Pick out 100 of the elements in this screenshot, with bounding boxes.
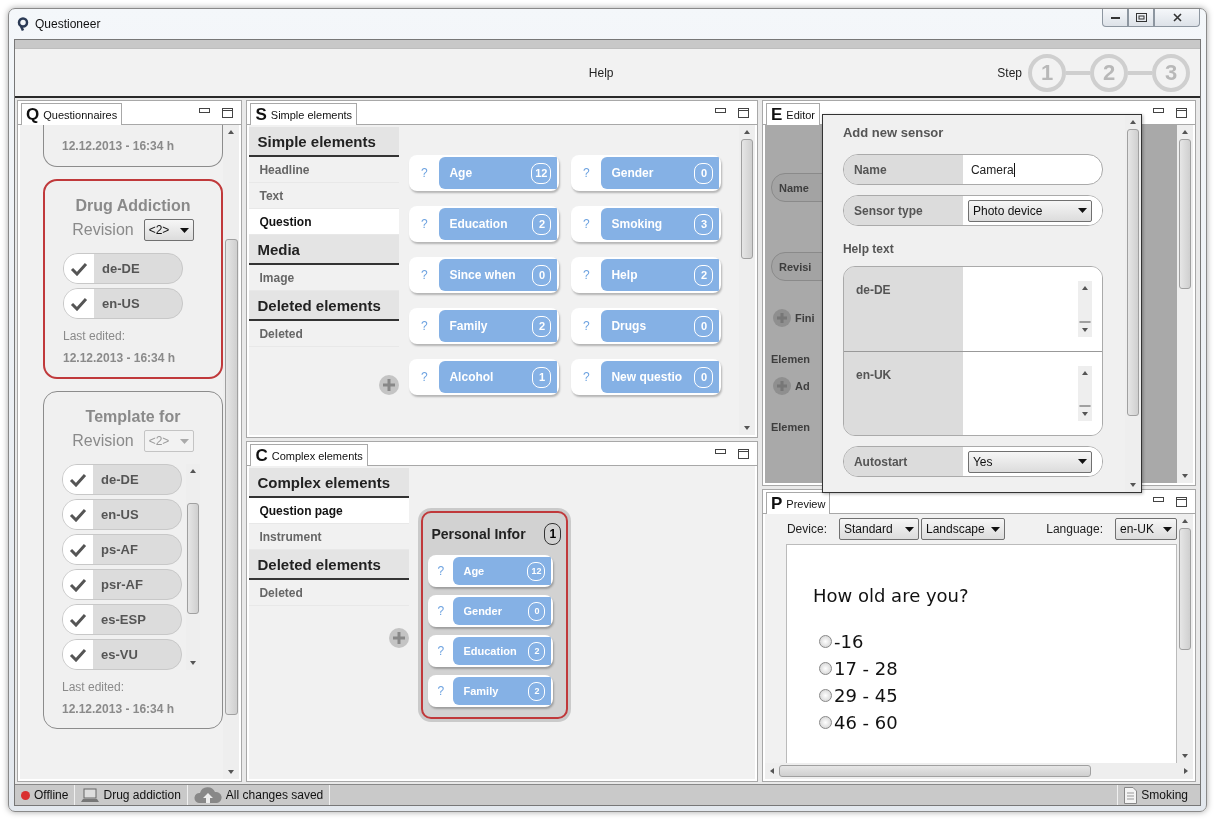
count-badge: 2 (528, 641, 546, 661)
status-text: Drug addiction (103, 788, 181, 802)
question-mark: ? (420, 267, 429, 284)
category-item[interactable]: Question page (249, 498, 410, 524)
revision-dropdown[interactable]: <2> (143, 219, 194, 241)
question-page-card[interactable]: Personal Infor 1 ? Age 12 ? Gender 0 ? Education 2 ? Family 2 (421, 511, 569, 719)
question-mark: ? (420, 318, 429, 335)
element-label: Help (611, 268, 639, 282)
minimize-button[interactable] (1102, 9, 1128, 27)
count-badge: 12 (531, 162, 552, 184)
element-label: Age (449, 166, 474, 180)
question-element[interactable]: ? New questio 0 (571, 359, 722, 395)
element-label: Family (449, 319, 489, 333)
check-icon (69, 612, 87, 627)
sensor-type-dropdown[interactable]: Photo device (967, 199, 1092, 222)
category-item[interactable]: Question (249, 209, 400, 235)
device-label: Device: (786, 522, 827, 536)
laptop-icon (81, 787, 100, 803)
scrollbar[interactable] (1077, 366, 1092, 421)
check-icon (69, 472, 87, 487)
question-element[interactable]: ? Smoking 3 (571, 206, 722, 242)
question-element[interactable]: ? Drugs 0 (571, 308, 722, 344)
caret-icon (1077, 208, 1087, 213)
card-title: Template for (85, 408, 181, 426)
question-element[interactable]: ? Age 12 (409, 155, 560, 191)
category-heading: Simple elements (249, 127, 400, 157)
language-toggle[interactable]: en-US (63, 288, 183, 319)
language-toggle[interactable]: de-DE (63, 253, 183, 284)
panel-tab[interactable]: S Simple elements (250, 103, 358, 125)
help-link[interactable]: Help (15, 65, 998, 80)
question-element[interactable]: ? Help 2 (571, 257, 722, 293)
question-element[interactable]: ? Age 12 (428, 555, 554, 587)
step-label: Step (997, 65, 1022, 80)
question-mark: ? (420, 369, 429, 386)
question-element[interactable]: ? Family 2 (428, 675, 554, 707)
question-element[interactable]: ? Family 2 (409, 308, 560, 344)
question-element[interactable]: ? Gender 0 (571, 155, 722, 191)
minimize-icon[interactable] (199, 107, 211, 114)
option-label: 46 - 60 (833, 712, 898, 733)
device-dropdown[interactable]: Standard (838, 518, 919, 540)
revision-label: Revision (72, 221, 134, 239)
question-mark: ? (582, 267, 591, 284)
count-badge: 0 (694, 366, 714, 388)
section-heading: Elemen (770, 421, 811, 433)
element-label: Family (463, 685, 500, 697)
count-badge: 2 (528, 681, 546, 701)
element-label: Alcohol (449, 370, 495, 384)
status-text: All changes saved (225, 788, 324, 802)
panel-tab[interactable]: C Complex elements (250, 444, 368, 466)
maximize-icon[interactable] (222, 107, 234, 118)
question-element[interactable]: ? Education 2 (428, 635, 554, 667)
scrollbar[interactable] (1124, 115, 1141, 492)
panel-tab[interactable]: Q Questionnaires (21, 103, 123, 125)
add-icon[interactable] (389, 628, 410, 648)
question-element[interactable]: ? Gender 0 (428, 595, 554, 627)
category-heading: Complex elements (249, 468, 410, 498)
minimize-icon[interactable] (714, 448, 726, 455)
minimize-icon[interactable] (1153, 107, 1164, 114)
count-badge: 2 (532, 213, 552, 235)
edited-label: Last edited: (62, 680, 125, 694)
add-link[interactable]: Ad (794, 380, 810, 392)
questionnaire-card[interactable]: Drug Addiction Revision <2> de-DE en-US Last edited: 12.12.2013 - 16:34 h (43, 179, 223, 379)
maximize-icon[interactable] (1176, 107, 1187, 118)
caret-icon (179, 438, 189, 444)
scrollbar[interactable] (1077, 281, 1092, 337)
autostart-dropdown[interactable]: Yes (967, 450, 1092, 473)
element-label: Education (463, 645, 518, 657)
question-element[interactable]: ? Alcohol 1 (409, 359, 560, 395)
radio-button[interactable] (818, 689, 832, 702)
language-label: Language: (1046, 522, 1103, 536)
radio-button[interactable] (818, 635, 832, 648)
radio-button[interactable] (818, 662, 832, 675)
caret-icon (1077, 459, 1087, 464)
section-heading: Elemen (770, 353, 811, 365)
radio-button[interactable] (818, 716, 832, 729)
edited-date: 12.12.2013 - 16:34 h (62, 702, 175, 716)
maximize-icon[interactable] (737, 448, 749, 459)
orientation-dropdown[interactable]: Landscape (920, 518, 1005, 540)
restore-button[interactable] (1128, 9, 1154, 27)
element-label: Drugs (611, 319, 648, 333)
maximize-icon[interactable] (1176, 496, 1187, 507)
panel-tab[interactable]: P Preview (765, 492, 831, 514)
add-link[interactable]: Fini (794, 312, 815, 324)
check-icon (69, 507, 87, 522)
close-button[interactable] (1154, 9, 1200, 27)
question-element[interactable]: ? Since when 0 (409, 257, 560, 293)
window-title: Questioneer (35, 17, 102, 31)
maximize-icon[interactable] (737, 107, 749, 118)
minimize-icon[interactable] (1153, 496, 1164, 503)
element-label: Age (463, 565, 486, 577)
scrollbar[interactable] (1177, 125, 1193, 483)
questionnaire-card[interactable]: 12.12.2013 - 16:34 h (43, 125, 223, 167)
question-element[interactable]: ? Education 2 (409, 206, 560, 242)
minimize-icon[interactable] (714, 107, 726, 114)
add-icon[interactable] (379, 375, 400, 395)
status-text: Offline (34, 788, 69, 802)
panel-tab[interactable]: E Editor (765, 103, 821, 125)
question-mark: ? (436, 563, 446, 580)
question-mark: ? (436, 643, 446, 660)
language-dropdown[interactable]: en-UK (1115, 518, 1177, 540)
